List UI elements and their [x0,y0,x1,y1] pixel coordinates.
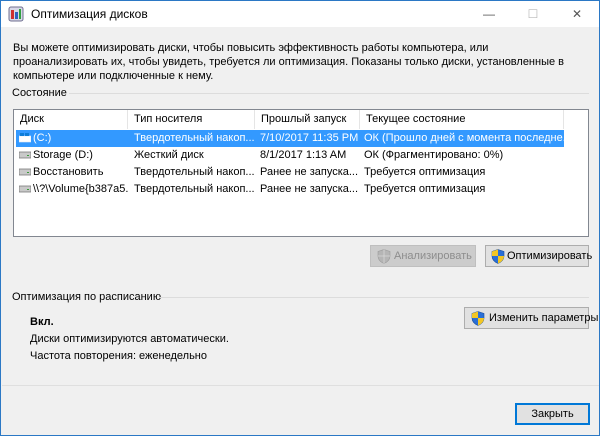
media-type: Твердотельный накоп... [134,166,255,178]
change-settings-button[interactable]: Изменить параметры [464,307,598,329]
last-run: Ранее не запуска... [260,183,359,195]
table-row[interactable]: Восстановить Твердотельный накоп... Ране… [16,164,564,181]
maximize-button[interactable]: ☐ [511,1,555,27]
intro-text: Вы можете оптимизировать диски, чтобы по… [13,42,565,82]
drives-list-header: Диск Тип носителя Прошлый запуск Текущее… [14,110,588,129]
close-window-button[interactable]: ✕ [555,1,599,27]
ssd-drive-icon [19,133,31,143]
schedule-state: Вкл. [30,316,54,328]
hdd-drive-icon [19,168,31,176]
uac-shield-icon [471,311,485,326]
current-status: ОК (Прошло дней с момента последне... [364,132,564,144]
optimize-drives-window: Оптимизация дисков — ☐ ✕ Вы можете оптим… [0,0,600,436]
analyze-button-label: Анализировать [394,250,472,262]
disk-name: \\?\Volume{b387a5... [33,183,128,195]
close-button[interactable]: Закрыть [515,403,590,425]
window-title: Оптимизация дисков [31,7,148,21]
table-row[interactable]: (C:) Твердотельный накоп... 7/10/2017 11… [16,130,564,147]
column-header-last-run[interactable]: Прошлый запуск [255,110,360,129]
table-row[interactable]: Storage (D:) Жесткий диск 8/1/2017 1:13 … [16,147,564,164]
media-type: Твердотельный накоп... [134,132,255,144]
uac-shield-icon [491,249,505,264]
media-type: Твердотельный накоп... [134,183,255,195]
schedule-frequency-text: Частота повторения: еженедельно [30,350,207,362]
disk-name: (C:) [33,132,52,144]
status-group-label: Состояние [12,87,67,99]
uac-shield-icon [377,249,391,264]
drives-list[interactable]: Диск Тип носителя Прошлый запуск Текущее… [13,109,589,237]
schedule-group-label: Оптимизация по расписанию [12,291,162,303]
hdd-drive-icon [19,185,31,193]
column-header-current-status[interactable]: Текущее состояние [360,110,564,129]
disk-name: Storage (D:) [33,149,93,161]
optimize-button[interactable]: Оптимизировать [485,245,593,267]
optimize-button-label: Оптимизировать [507,250,593,262]
current-status: Требуется оптимизация [364,183,486,195]
disk-name: Восстановить [33,166,104,178]
table-row[interactable]: \\?\Volume{b387a5... Твердотельный накоп… [16,181,564,198]
minimize-button[interactable]: — [467,1,511,27]
defrag-app-icon [8,6,24,22]
hdd-drive-icon [19,151,31,159]
last-run: 7/10/2017 11:35 PM [260,132,359,144]
title-bar: Оптимизация дисков — ☐ ✕ [1,1,599,27]
current-status: Требуется оптимизация [364,166,486,178]
change-settings-button-label: Изменить параметры [489,312,599,324]
current-status: ОК (Фрагментировано: 0%) [364,149,504,161]
last-run: Ранее не запуска... [260,166,359,178]
schedule-group-divider [159,297,589,298]
column-header-media-type[interactable]: Тип носителя [128,110,255,129]
footer-bar [2,385,599,435]
status-group-divider [69,93,589,94]
column-header-disk[interactable]: Диск [14,110,128,129]
schedule-auto-text: Диски оптимизируются автоматически. [30,333,229,345]
last-run: 8/1/2017 1:13 AM [260,149,347,161]
media-type: Жесткий диск [134,149,204,161]
analyze-button[interactable]: Анализировать [370,245,476,267]
